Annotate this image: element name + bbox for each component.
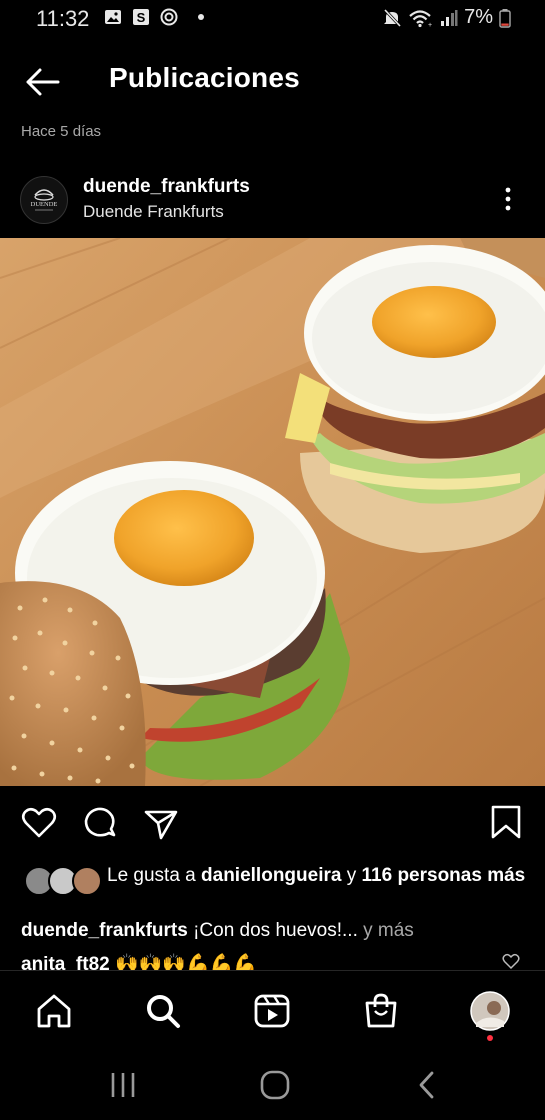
liker-avatars[interactable]: [24, 866, 102, 896]
post-age: Hace 5 días: [21, 123, 102, 140]
liker-username[interactable]: daniellongueira: [201, 865, 341, 886]
account-avatar[interactable]: DUENDE: [20, 176, 68, 224]
mute-icon: [383, 8, 402, 27]
caption-text: ¡Con dos huevos!...: [187, 920, 358, 941]
back-arrow-icon[interactable]: [22, 62, 62, 102]
post-username[interactable]: duende_frankfurts: [83, 176, 250, 198]
wifi-icon: +: [409, 9, 432, 28]
search-icon[interactable]: [143, 991, 183, 1031]
notification-dot: [487, 1035, 493, 1041]
back-chevron-icon[interactable]: [410, 1068, 446, 1102]
comment-heart-icon[interactable]: [502, 952, 520, 970]
page-title: Publicaciones: [109, 62, 300, 93]
profile-avatar[interactable]: [470, 991, 510, 1031]
battery-icon: [499, 8, 511, 28]
share-icon[interactable]: [142, 804, 180, 842]
recents-icon[interactable]: [105, 1068, 141, 1102]
liker-avatar: [72, 866, 102, 896]
dot-icon: [198, 14, 204, 20]
post-photo[interactable]: [0, 238, 545, 786]
battery-percent: 7%: [464, 6, 493, 28]
status-bar: 11:32 S + 7%: [0, 0, 545, 36]
likes-summary[interactable]: Le gusta a daniellongueira y 116 persona…: [107, 864, 527, 887]
comment-icon[interactable]: [81, 804, 119, 842]
image-icon: [105, 10, 121, 24]
post-full-name: Duende Frankfurts: [83, 202, 224, 221]
home-icon[interactable]: [34, 991, 74, 1031]
likes-others[interactable]: 116 personas más: [362, 865, 526, 886]
signal-icon: [441, 9, 458, 26]
s-app-icon: S: [133, 9, 149, 25]
heart-icon[interactable]: [20, 804, 58, 842]
shop-icon[interactable]: [361, 991, 401, 1031]
home-circle-icon[interactable]: [257, 1068, 293, 1102]
svg-text:+: +: [428, 22, 432, 28]
caption-more-link[interactable]: y más: [358, 920, 414, 941]
comment-username[interactable]: anita_ft82: [21, 954, 110, 970]
likes-connector: y: [341, 865, 362, 886]
more-vertical-icon[interactable]: [496, 184, 520, 214]
burgers-image: [0, 238, 545, 786]
avatar-logo-text: DUENDE: [31, 201, 58, 208]
bookmark-icon[interactable]: [487, 804, 525, 842]
duende-logo-icon: DUENDE: [31, 189, 58, 211]
caption-username[interactable]: duende_frankfurts: [21, 920, 188, 941]
comment-text: 🙌🙌🙌💪💪💪: [109, 954, 257, 970]
reels-icon[interactable]: [252, 991, 292, 1031]
post-caption: duende_frankfurts ¡Con dos huevos!... y …: [21, 920, 531, 942]
vpn-icon: [160, 8, 178, 26]
status-time: 11:32: [36, 6, 90, 31]
comment-preview[interactable]: anita_ft82 🙌🙌🙌💪💪💪: [21, 952, 491, 970]
status-right: + 7%: [382, 6, 511, 29]
likes-prefix: Le gusta a: [107, 865, 202, 886]
bottom-nav: [0, 970, 545, 1051]
svg-text:S: S: [137, 10, 146, 25]
